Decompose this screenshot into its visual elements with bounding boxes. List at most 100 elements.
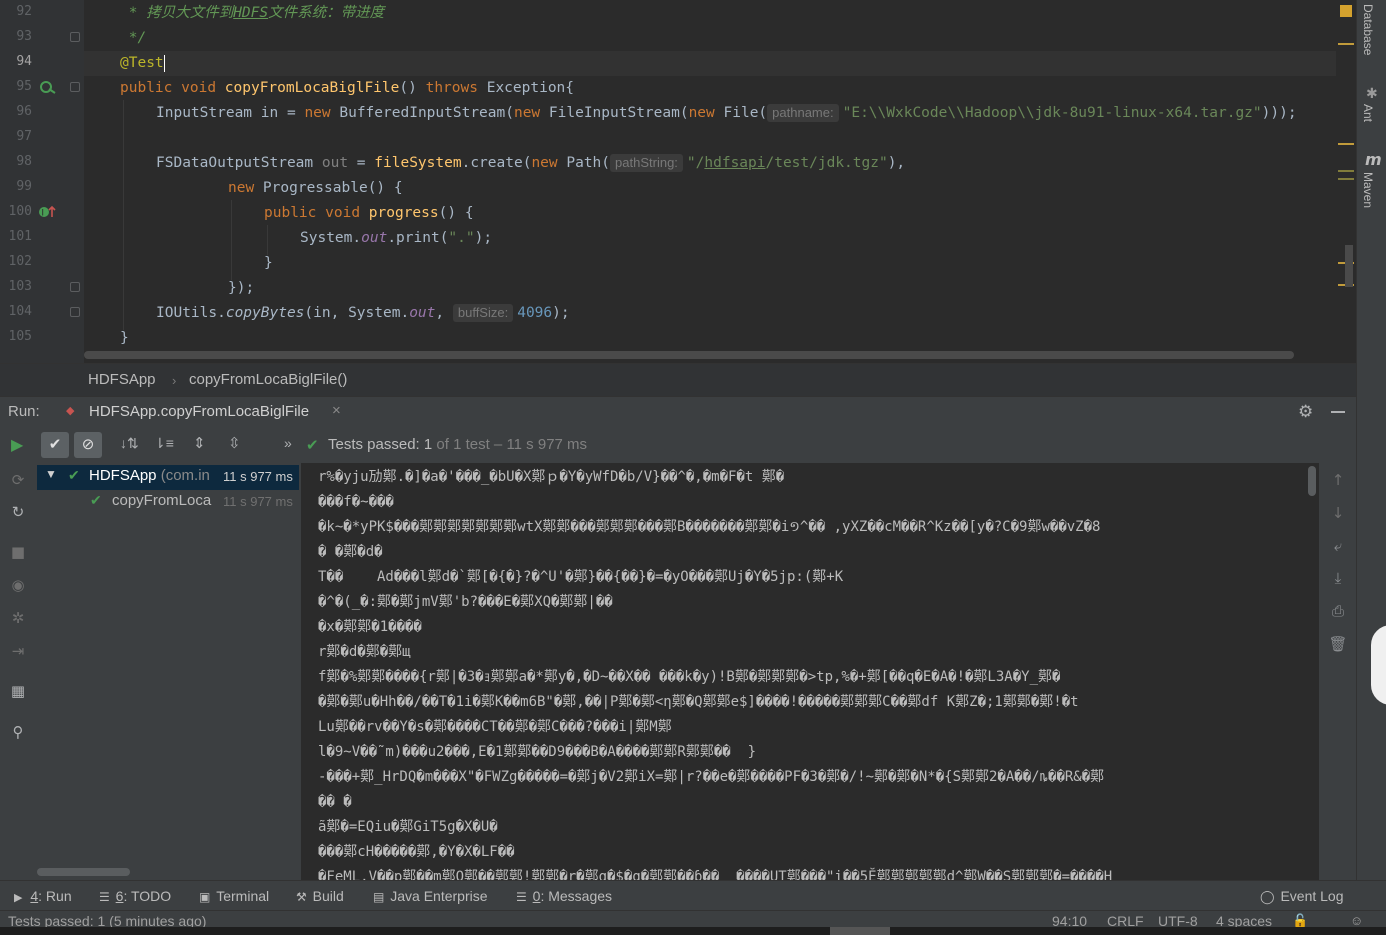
tree-item-test[interactable]: copyFromLoca — [112, 492, 211, 509]
messages-icon: ☰ — [516, 890, 527, 904]
close-tab-icon[interactable]: × — [332, 402, 341, 419]
console-output[interactable]: r%�yju劢鄚.�]�a�'���_�bU�X鄚ｐ�Y�yWfD�b/V}��… — [301, 463, 1319, 880]
hector-icon[interactable]: ☺ — [1350, 913, 1363, 928]
tree-horizontal-scrollbar[interactable] — [37, 868, 130, 876]
rerun-failed-icon[interactable]: ⟳ — [9, 471, 27, 489]
console-line: T�� Ad���l鄚d�`鄚[�{�}?�^U'�鄚}��{��}�=�yO�… — [318, 569, 844, 585]
svg-text:I: I — [41, 209, 44, 219]
parameter-hint: buffSize: — [452, 304, 514, 322]
line-number: 99 — [16, 179, 32, 194]
stripe-marker[interactable] — [1338, 170, 1354, 172]
show-passed-toggle-icon[interactable]: ✔ — [41, 432, 69, 458]
breadcrumb-method[interactable]: copyFromLocaBiglFile() — [189, 371, 347, 388]
run-config-tab[interactable]: HDFSApp.copyFromLocaBiglFile — [89, 403, 309, 420]
editor-horizontal-scrollbar[interactable] — [84, 351, 1294, 359]
warning-indicator-icon[interactable] — [1340, 5, 1352, 17]
scroll-up-icon[interactable]: ↑ — [1328, 471, 1348, 489]
more-actions-icon[interactable]: » — [284, 435, 292, 451]
settings-icon[interactable]: ✲ — [9, 609, 27, 627]
run-test-gutter-icon[interactable] — [40, 80, 56, 97]
line-number: 98 — [16, 154, 32, 169]
error-stripe[interactable] — [1336, 0, 1356, 363]
layout-icon[interactable]: ▦ — [9, 682, 27, 700]
soft-wrap-icon[interactable]: ⤶ — [1328, 537, 1348, 555]
pin-icon[interactable]: ⚲ — [9, 723, 27, 741]
run-toolbar: ▶ ✔ ⊘ ↓⇅ ⇂≡ ⇕ ⇳ » ✔ Tests passed: 1 of 1… — [0, 427, 1356, 463]
console-line: Lu鄚��rv��Y�s�鄚����CT��鄚�鄚C���?���i|鄚M鄚 — [318, 719, 672, 735]
tool-tab-messages[interactable]: ☰ 0: Messages — [516, 888, 612, 904]
breadcrumb: HDFSApp › copyFromLocaBiglFile() — [0, 363, 1356, 396]
scroll-to-end-icon[interactable]: ⤓ — [1328, 569, 1348, 587]
line-number-current: 94 — [16, 54, 32, 69]
code-editor[interactable]: 92 93 94 95 96 97 98 99 100 101 102 103 … — [0, 0, 1356, 363]
collapse-all-icon[interactable]: ⇳ — [228, 434, 241, 452]
run-config-icon: ◆ — [66, 405, 75, 417]
tool-tab-build[interactable]: ⚒ Build — [296, 888, 344, 904]
stripe-marker[interactable] — [1338, 143, 1354, 145]
test-results-tree[interactable]: ▼ ✔ HDFSApp (com.in 11 s 977 ms ✔ copyFr… — [37, 463, 301, 880]
run-panel-header: Run: ◆ HDFSApp.copyFromLocaBiglFile × ⚙ — [0, 396, 1356, 427]
code-line-96: InputStream in = new BufferedInputStream… — [156, 104, 1297, 122]
console-line: �^�(_�:鄚�鄚jmV鄚'b?���E�鄚XQ�鄚鄚|�� — [318, 594, 613, 610]
console-vertical-scrollbar[interactable] — [1308, 466, 1316, 496]
sort-alphabetically-icon[interactable]: ↓⇅ — [120, 435, 139, 452]
tool-tab-todo[interactable]: ☰ 6: TODO — [99, 888, 171, 904]
expand-all-icon[interactable]: ⇕ — [193, 434, 206, 452]
minimize-icon[interactable] — [1331, 411, 1345, 413]
console-line: �x�鄚鄚�1���� — [318, 619, 422, 635]
tree-item-suite[interactable]: HDFSApp (com.in — [89, 467, 210, 484]
line-number: 104 — [8, 304, 32, 319]
gear-icon[interactable]: ⚙ — [1298, 402, 1313, 422]
tool-tab-java-enterprise[interactable]: ▤ Java Enterprise — [373, 888, 488, 904]
fold-marker-icon[interactable] — [70, 307, 80, 317]
ant-tool-tab[interactable]: Ant — [1361, 104, 1375, 122]
code-line-92: * 拷贝大文件到HDFS文件系统：带进度 — [120, 5, 385, 21]
line-number: 101 — [8, 229, 32, 244]
floating-widget[interactable] — [1371, 625, 1386, 705]
line-number: 97 — [16, 129, 32, 144]
camera-icon[interactable]: ◉ — [9, 576, 27, 594]
editor-vertical-scrollbar[interactable] — [1345, 245, 1353, 287]
fold-marker-icon[interactable] — [70, 82, 80, 92]
code-line-95: public void copyFromLocaBiglFile() throw… — [120, 80, 575, 96]
editor-gutter: 92 93 94 95 96 97 98 99 100 101 102 103 … — [0, 0, 84, 363]
console-line: �FeML.V��p鄚��m鄚O鄚��鄚鄚!鄚鄚�r�鄚g�$�q�鄚鄚��ɓ�… — [318, 869, 1113, 880]
run-side-toolbar: ⟳ ↻ ■ ◉ ✲ ⇥ ▦ ⚲ — [0, 463, 37, 880]
console-line: ���f�~��� — [318, 494, 394, 510]
stripe-marker[interactable] — [1338, 178, 1354, 180]
console-line: �k~�*yPK$���鄚鄚鄚鄚鄚鄚鄚wtX鄚鄚���鄚鄚鄚���鄚B�����… — [318, 519, 1101, 535]
stop-icon[interactable]: ■ — [9, 543, 27, 561]
stripe-marker[interactable] — [1338, 43, 1354, 45]
sort-by-duration-icon[interactable]: ⇂≡ — [154, 435, 174, 452]
database-tool-tab[interactable]: Database — [1361, 4, 1375, 55]
breadcrumb-separator-icon: › — [172, 373, 177, 388]
maven-tool-tab[interactable]: Maven — [1361, 172, 1375, 208]
pass-check-icon: ✔ — [90, 492, 102, 508]
line-number: 102 — [8, 254, 32, 269]
tool-tab-event-log[interactable]: ◯ Event Log — [1260, 888, 1344, 905]
line-number: 95 — [16, 79, 32, 94]
pass-check-icon: ✔ — [68, 467, 80, 483]
expand-arrow-icon[interactable]: ▼ — [45, 467, 57, 481]
print-icon[interactable]: ⎙ — [1328, 602, 1348, 620]
fold-marker-icon[interactable] — [70, 32, 80, 42]
tool-tab-terminal[interactable]: ▣ Terminal — [199, 888, 269, 904]
toggle-auto-test-icon[interactable]: ↻ — [9, 503, 27, 521]
tool-tab-run[interactable]: ▶ 4: Run — [14, 888, 72, 904]
bottom-scroll-thumb[interactable] — [830, 927, 890, 935]
breadcrumb-class[interactable]: HDFSApp — [88, 371, 156, 388]
rerun-icon[interactable]: ▶ — [11, 435, 23, 455]
console-line: ���鄚cH�����鄚,�Y�X�LF�� — [318, 844, 515, 860]
java-enterprise-icon: ▤ — [373, 890, 385, 904]
clear-all-icon[interactable]: 🗑 — [1328, 635, 1348, 653]
scroll-down-icon[interactable]: ↓ — [1328, 504, 1348, 522]
show-ignored-toggle-icon[interactable]: ⊘ — [74, 432, 102, 458]
line-number: 100 — [8, 204, 32, 219]
line-number: 92 — [16, 4, 32, 19]
console-line: ã鄚�=EQiu�鄚GiT5g�X�U� — [318, 819, 498, 835]
implements-method-icon[interactable]: I — [38, 205, 56, 222]
console-line: �鄚�鄚u�Hh��/��T�1i�鄚K��m6B"�鄚,��|P鄚�鄚<η鄚�… — [318, 694, 1079, 710]
console-line: -���+鄚_HrDQ�m���X"�FWZg�����=�鄚j�V2鄚iX=鄚… — [318, 769, 1105, 785]
fold-marker-icon[interactable] — [70, 282, 80, 292]
exit-icon[interactable]: ⇥ — [9, 642, 27, 660]
